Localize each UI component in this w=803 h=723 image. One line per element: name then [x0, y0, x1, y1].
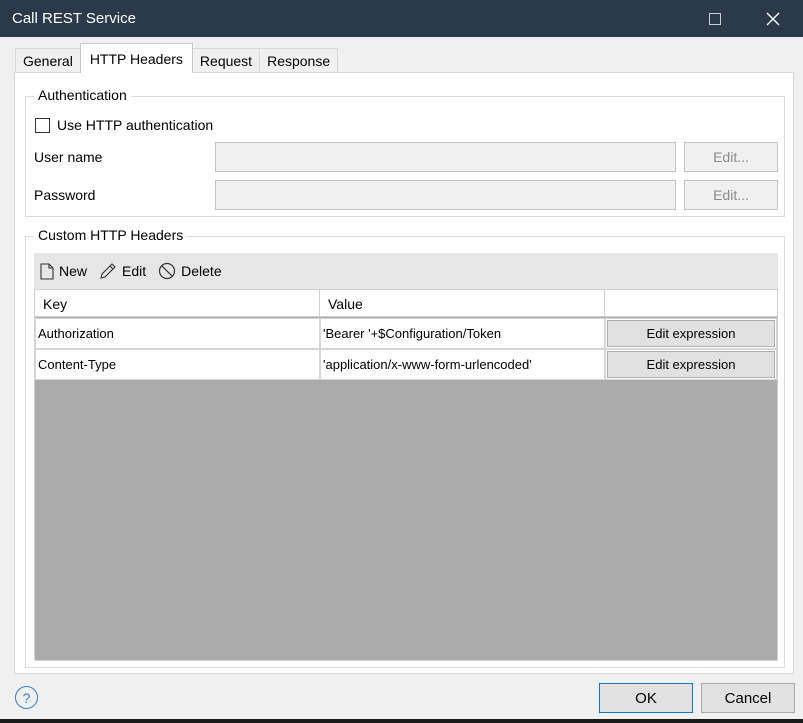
edit-header-button[interactable]: Edit: [99, 262, 146, 280]
ok-button[interactable]: OK: [599, 683, 693, 713]
use-auth-checkbox[interactable]: [35, 117, 50, 133]
authentication-group-title: Authentication: [34, 87, 131, 103]
prohibited-icon: [159, 262, 176, 280]
help-button[interactable]: ?: [15, 686, 38, 709]
use-auth-row[interactable]: Use HTTP authentication: [35, 117, 213, 133]
row-action-cell: Edit expression: [605, 349, 777, 380]
username-label: User name: [34, 149, 103, 165]
headers-grid: Key Value Authorization 'Bearer '+$Confi…: [34, 289, 778, 661]
password-edit-button[interactable]: Edit...: [684, 180, 778, 210]
pencil-icon: [100, 263, 116, 279]
edit-expression-button[interactable]: Edit expression: [607, 351, 775, 378]
column-header-action: [605, 290, 777, 317]
maximize-button[interactable]: [692, 0, 738, 37]
custom-headers-group: Custom HTTP Headers New Edit Delete Key …: [25, 227, 785, 668]
authentication-group: Authentication Use HTTP authentication U…: [25, 87, 785, 217]
username-input[interactable]: [215, 142, 676, 172]
tab-http-headers[interactable]: HTTP Headers: [79, 43, 193, 73]
edit-expression-button[interactable]: Edit expression: [607, 320, 775, 347]
row-key-cell[interactable]: Content-Type: [35, 349, 320, 380]
new-header-button[interactable]: New: [40, 262, 87, 280]
table-row[interactable]: Content-Type 'application/x-www-form-url…: [35, 349, 777, 380]
use-auth-label: Use HTTP authentication: [57, 117, 214, 133]
background-strip: [0, 719, 803, 723]
tab-general[interactable]: General: [15, 48, 81, 73]
close-button[interactable]: [750, 0, 796, 37]
row-action-cell: Edit expression: [605, 318, 777, 349]
password-label: Password: [34, 187, 96, 203]
column-header-value[interactable]: Value: [320, 290, 605, 317]
row-key-cell[interactable]: Authorization: [35, 318, 320, 349]
table-row[interactable]: Authorization 'Bearer '+$Configuration/T…: [35, 318, 777, 349]
new-document-icon: [40, 262, 54, 280]
dialog-client-area: General HTTP Headers Request Response Au…: [1, 37, 802, 722]
delete-header-button[interactable]: Delete: [158, 262, 222, 280]
dialog-button-bar: ? OK Cancel: [1, 682, 802, 722]
column-header-key[interactable]: Key: [35, 290, 320, 317]
http-headers-panel: Authentication Use HTTP authentication U…: [14, 72, 794, 674]
username-edit-button[interactable]: Edit...: [684, 142, 778, 172]
tab-request[interactable]: Request: [191, 48, 261, 73]
row-value-cell[interactable]: 'application/x-www-form-urlencoded': [320, 349, 605, 380]
tab-response[interactable]: Response: [259, 48, 339, 73]
maximize-icon: [709, 12, 721, 25]
tab-strip: General HTTP Headers Request Response: [15, 43, 339, 73]
title-bar: Call REST Service: [0, 0, 803, 37]
window-title: Call REST Service: [12, 10, 136, 27]
custom-headers-group-title: Custom HTTP Headers: [34, 227, 188, 243]
row-value-cell[interactable]: 'Bearer '+$Configuration/Token: [320, 318, 605, 349]
password-input[interactable]: [215, 180, 676, 210]
headers-toolbar: New Edit Delete: [34, 253, 778, 289]
grid-header-row: Key Value: [35, 290, 777, 317]
help-icon: ?: [22, 689, 31, 706]
close-icon: [766, 12, 780, 25]
cancel-button[interactable]: Cancel: [701, 683, 795, 713]
